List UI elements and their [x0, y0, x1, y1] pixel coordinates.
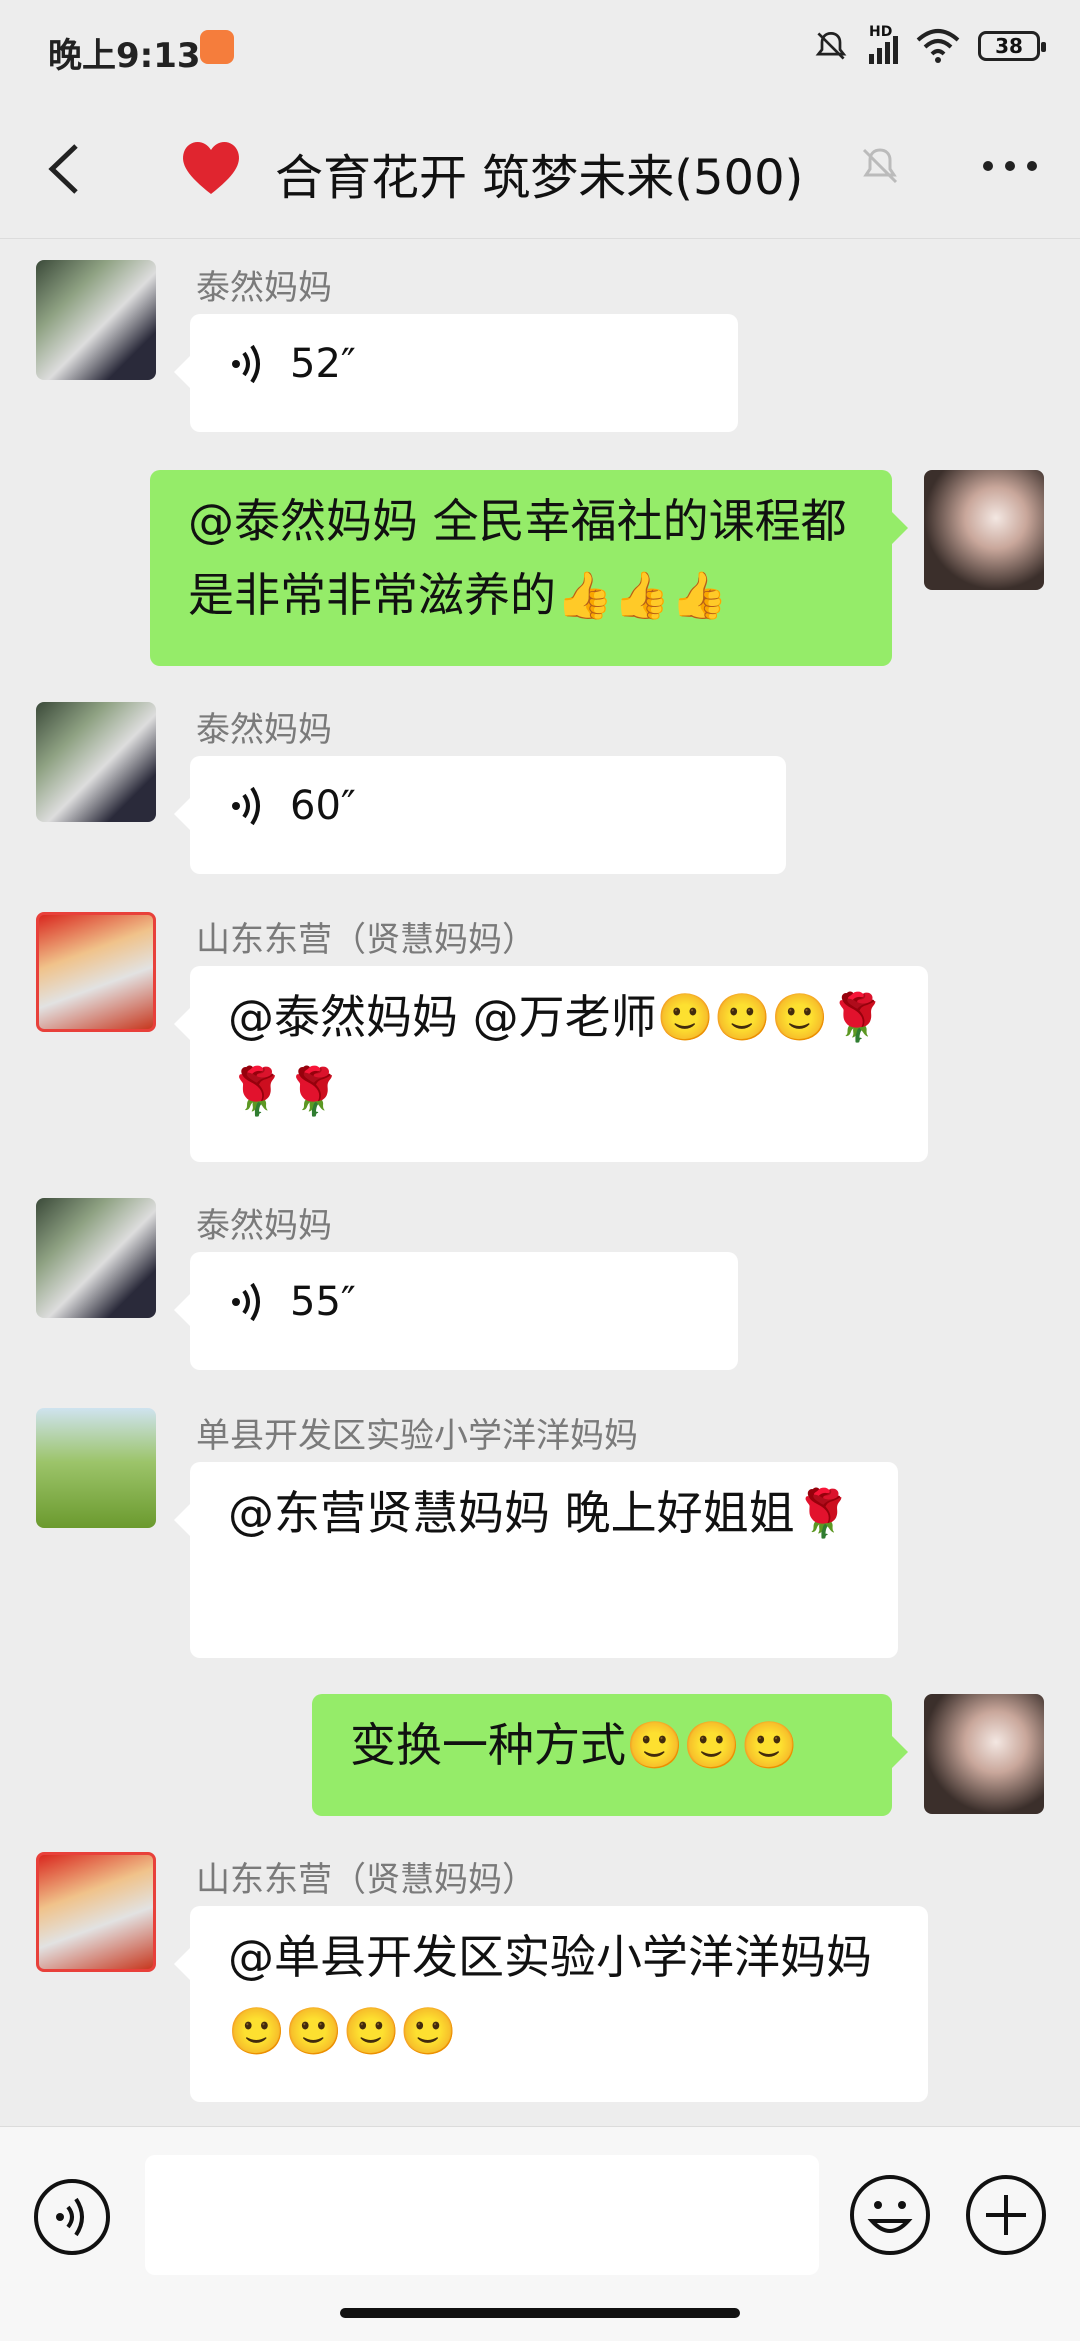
voice-wave-icon [232, 786, 260, 826]
voice-wave-icon [232, 344, 260, 384]
message-input[interactable] [145, 2155, 819, 2275]
back-arrow-icon[interactable] [40, 140, 90, 198]
message-bubble[interactable]: @东营贤慧妈妈 晚上好姐姐🌹 [174, 1462, 898, 1658]
voice-duration: 55″ [290, 1279, 356, 1325]
voice-message-bubble[interactable]: 60″ [174, 756, 786, 874]
avatar-tairan[interactable] [36, 260, 156, 380]
sender-name: 泰然妈妈 [196, 268, 332, 308]
more-options-icon[interactable] [980, 156, 1040, 176]
app-notification-icon [200, 30, 234, 64]
wifi-icon [916, 29, 960, 63]
sender-name: 山东东营（贤慧妈妈） [196, 1860, 536, 1900]
message-bubble[interactable]: @泰然妈妈 @万老师🙂🙂🙂🌹🌹🌹 [174, 966, 928, 1162]
chat-header: 合育花开 筑梦未来(500) [0, 100, 1080, 239]
voice-duration: 52″ [290, 341, 356, 387]
signal-icon: HD [869, 24, 898, 64]
sender-name: 单县开发区实验小学洋洋妈妈 [196, 1416, 638, 1456]
message-text: @泰然妈妈 @万老师🙂🙂🙂🌹🌹🌹 [228, 990, 886, 1118]
avatar-yangyang[interactable] [36, 1408, 156, 1528]
message-text: 变换一种方式🙂🙂🙂 [350, 1718, 798, 1772]
plus-icon[interactable] [964, 2173, 1048, 2257]
voice-duration: 60″ [290, 783, 356, 829]
voice-message-bubble[interactable]: 52″ [174, 314, 738, 432]
status-time: 晚上9:13 [48, 36, 201, 76]
my-avatar[interactable] [924, 470, 1044, 590]
sender-name: 山东东营（贤慧妈妈） [196, 920, 536, 960]
message-bubble[interactable]: @单县开发区实验小学洋洋妈妈 🙂🙂🙂🙂 [174, 1906, 928, 2102]
chat-title: 合育花开 筑梦未来(500) [275, 150, 804, 206]
voice-message-bubble[interactable]: 55″ [174, 1252, 738, 1370]
sender-name: 泰然妈妈 [196, 1206, 332, 1246]
heart-icon [183, 141, 239, 194]
mute-bell-icon [815, 32, 847, 60]
my-avatar[interactable] [924, 1694, 1044, 1814]
status-bar: 晚上9:13 HD 38 [0, 0, 1080, 100]
avatar-dongying[interactable] [36, 912, 156, 1032]
message-text: @东营贤慧妈妈 晚上好姐姐🌹 [228, 1486, 852, 1540]
my-message-bubble[interactable]: 变换一种方式🙂🙂🙂 [312, 1694, 908, 1816]
battery-indicator: 38 [978, 31, 1046, 61]
message-text: @单县开发区实验小学洋洋妈妈 🙂🙂🙂🙂 [228, 1930, 872, 2058]
message-text: @泰然妈妈 全民幸福社的课程都是非常非常滋养的👍👍👍 [188, 494, 847, 622]
network-label: HD [869, 24, 893, 40]
avatar-tairan[interactable] [36, 1198, 156, 1318]
sender-name: 泰然妈妈 [196, 710, 332, 750]
my-message-bubble[interactable]: @泰然妈妈 全民幸福社的课程都是非常非常滋养的👍👍👍 [150, 470, 908, 666]
status-icons: HD 38 [811, 24, 1046, 64]
muted-bell-icon [862, 148, 898, 184]
voice-input-icon[interactable] [32, 2177, 112, 2257]
avatar-dongying[interactable] [36, 1852, 156, 1972]
home-indicator[interactable] [340, 2308, 740, 2318]
emoji-icon[interactable] [848, 2173, 932, 2257]
voice-wave-icon [232, 1282, 260, 1322]
avatar-tairan[interactable] [36, 702, 156, 822]
